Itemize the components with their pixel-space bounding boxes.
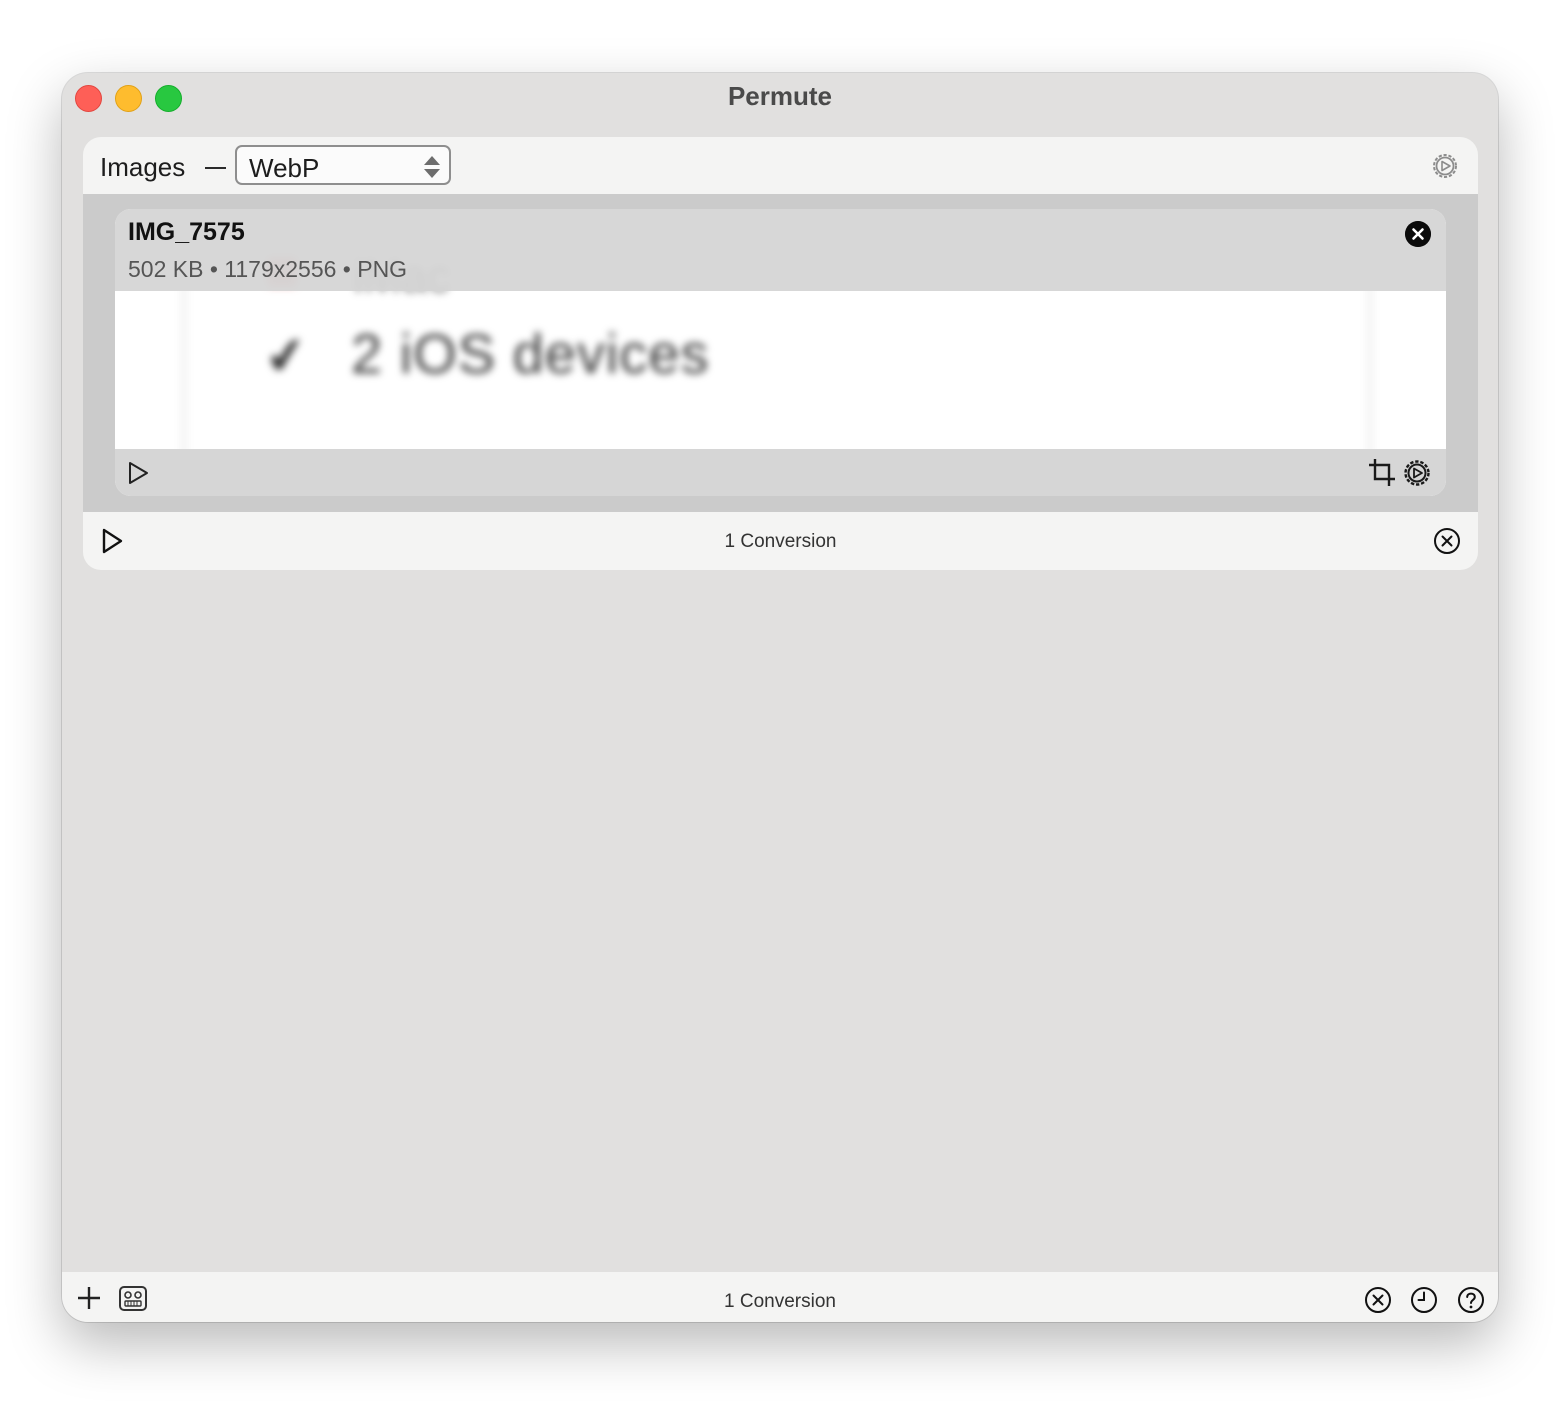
window-title: Permute xyxy=(727,81,833,111)
group-footer: 1 Conversion xyxy=(83,512,1478,570)
title-bar[interactable]: Permute xyxy=(62,73,1498,133)
group-header: Images WebP xyxy=(83,137,1478,194)
app-window: Permute Images WebP ✔ 2 iOS devices IMG_… xyxy=(62,73,1498,1322)
bottom-bar: 1 Conversion xyxy=(62,1272,1498,1322)
remove-file-button[interactable] xyxy=(1405,221,1431,247)
format-select-value: WebP xyxy=(249,153,320,183)
play-icon[interactable] xyxy=(127,461,149,485)
file-list: iMac ✔ 2 iOS devices IMG_7575 502 KB • 1… xyxy=(83,194,1478,512)
settings-gear-icon[interactable] xyxy=(1430,151,1460,181)
stepper-arrows-icon xyxy=(424,156,440,178)
conversion-group: Images WebP iM xyxy=(83,137,1478,570)
file-info-bar: IMG_7575 502 KB • 1179x2556 • PNG xyxy=(115,209,1446,291)
file-settings-gear-icon[interactable] xyxy=(1402,458,1432,488)
preview-text: 2 iOS devices xyxy=(351,322,710,385)
file-card[interactable]: iMac ✔ 2 iOS devices IMG_7575 502 KB • 1… xyxy=(115,209,1446,496)
total-conversion-count: 1 Conversion xyxy=(724,1291,836,1312)
separator-dash xyxy=(205,167,226,169)
cancel-group-circle-x-icon[interactable] xyxy=(1433,527,1461,555)
format-select[interactable]: WebP xyxy=(235,145,451,185)
category-label: Images xyxy=(100,152,186,182)
crop-icon[interactable] xyxy=(1368,457,1396,487)
file-actions-bar xyxy=(115,449,1446,496)
file-meta: 502 KB • 1179x2556 • PNG xyxy=(128,256,408,282)
group-conversion-count: 1 Conversion xyxy=(724,531,837,552)
history-clock-icon[interactable] xyxy=(1410,1286,1438,1314)
help-question-icon[interactable] xyxy=(1457,1286,1485,1314)
file-name: IMG_7575 xyxy=(128,218,245,246)
cancel-all-circle-x-icon[interactable] xyxy=(1364,1286,1392,1314)
